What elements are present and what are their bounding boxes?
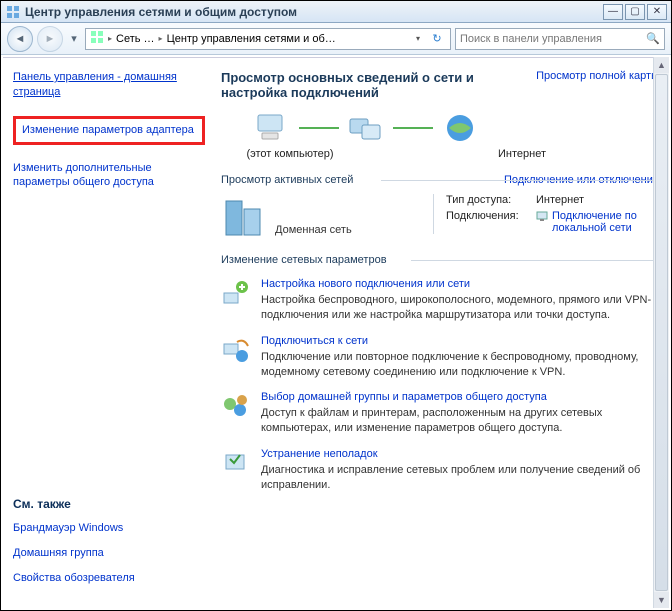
vertical-scrollbar[interactable]: ▲ ▼ bbox=[653, 57, 669, 608]
network-map bbox=[251, 110, 659, 146]
back-button[interactable]: ◄ bbox=[7, 26, 33, 52]
caption-internet: Интернет bbox=[487, 148, 557, 160]
map-connector bbox=[299, 127, 339, 129]
item-connect-network: Подключиться к сети Подключение или повт… bbox=[221, 335, 659, 380]
chevron-right-icon: ▸ bbox=[108, 34, 112, 43]
item-troubleshoot: Устранение неполадок Диагностика и испра… bbox=[221, 448, 659, 493]
scroll-down-arrow[interactable]: ▼ bbox=[654, 592, 669, 608]
search-placeholder: Поиск в панели управления bbox=[460, 33, 642, 45]
setup-connection-icon bbox=[221, 278, 251, 308]
item-homegroup: Выбор домашней группы и параметров общег… bbox=[221, 391, 659, 436]
desc-setup-connection: Настройка беспроводного, широкополосного… bbox=[261, 293, 659, 323]
close-button[interactable]: ✕ bbox=[647, 4, 667, 20]
scroll-up-arrow[interactable]: ▲ bbox=[654, 57, 669, 73]
navbar: ◄ ► ▾ ▸ Сеть … ▸ Центр управления сетями… bbox=[1, 23, 671, 55]
caption-mid bbox=[353, 148, 483, 160]
chevron-right-icon: ▸ bbox=[159, 34, 163, 43]
network-device-icon bbox=[345, 110, 387, 146]
forward-button[interactable]: ► bbox=[37, 26, 63, 52]
scroll-thumb[interactable] bbox=[655, 74, 668, 591]
link-change-adapter-settings[interactable]: Изменение параметров адаптера bbox=[22, 123, 196, 138]
search-box[interactable]: Поиск в панели управления 🔍 bbox=[455, 28, 665, 50]
window-title: Центр управления сетями и общим доступом bbox=[25, 5, 603, 19]
internet-icon bbox=[439, 110, 481, 146]
network-name: Доменная сеть bbox=[275, 224, 425, 236]
maximize-button[interactable]: ▢ bbox=[625, 4, 645, 20]
link-lan-connection[interactable]: Подключение по локальной сети bbox=[552, 210, 659, 234]
map-connector bbox=[393, 127, 433, 129]
control-panel-icon bbox=[90, 30, 104, 47]
desc-connect-network: Подключение или повторное подключение к … bbox=[261, 350, 659, 380]
link-connect-network[interactable]: Подключиться к сети bbox=[261, 335, 368, 347]
nav-history-dropdown[interactable]: ▾ bbox=[67, 32, 81, 45]
crumb-network[interactable]: Сеть … bbox=[116, 33, 155, 45]
troubleshoot-icon bbox=[221, 448, 251, 478]
active-network-block: Доменная сеть Тип доступа: Интернет Подк… bbox=[221, 194, 659, 240]
link-connect-disconnect[interactable]: Подключение или отключение bbox=[504, 174, 659, 186]
link-internet-options[interactable]: Свойства обозревателя bbox=[13, 571, 205, 586]
crumb-center[interactable]: Центр управления сетями и об… bbox=[167, 33, 336, 45]
domain-network-icon bbox=[221, 194, 267, 240]
access-type-value: Интернет bbox=[536, 194, 659, 206]
link-firewall[interactable]: Брандмауэр Windows bbox=[13, 521, 205, 536]
address-dropdown-icon[interactable]: ▾ bbox=[416, 34, 420, 43]
see-also-heading: См. также bbox=[13, 497, 205, 511]
this-pc-icon bbox=[251, 110, 293, 146]
item-setup-connection: Настройка нового подключения или сети На… bbox=[221, 278, 659, 323]
connect-network-icon bbox=[221, 335, 251, 365]
link-full-map[interactable]: Просмотр полной карты bbox=[536, 70, 659, 82]
lan-icon bbox=[536, 210, 548, 225]
sidebar: Панель управления - домашняя страница Из… bbox=[3, 58, 215, 608]
homegroup-icon bbox=[221, 391, 251, 421]
titlebar: Центр управления сетями и общим доступом… bbox=[1, 1, 671, 23]
link-control-panel-home[interactable]: Панель управления - домашняя страница bbox=[13, 70, 205, 100]
section-change-settings: Изменение сетевых параметров bbox=[221, 254, 659, 266]
connections-label: Подключения: bbox=[446, 210, 536, 234]
see-also-section: См. также Брандмауэр Windows Домашняя гр… bbox=[13, 497, 205, 596]
access-type-label: Тип доступа: bbox=[446, 194, 536, 206]
link-homegroup[interactable]: Домашняя группа bbox=[13, 546, 205, 561]
link-change-adapter-settings-highlighted: Изменение параметров адаптера bbox=[13, 116, 205, 145]
desc-homegroup-options: Доступ к файлам и принтерам, расположенн… bbox=[261, 406, 659, 436]
address-bar[interactable]: ▸ Сеть … ▸ Центр управления сетями и об…… bbox=[85, 28, 451, 50]
network-properties: Тип доступа: Интернет Подключения: Подкл… bbox=[433, 194, 659, 234]
section-active-networks: Просмотр активных сетей Подключение или … bbox=[221, 174, 659, 186]
main-content: Просмотр полной карты Просмотр основных … bbox=[215, 58, 669, 608]
link-troubleshoot[interactable]: Устранение неполадок bbox=[261, 448, 378, 460]
search-icon[interactable]: 🔍 bbox=[646, 32, 660, 45]
refresh-button[interactable]: ↻ bbox=[428, 32, 446, 45]
caption-this-pc: (этот компьютер) bbox=[231, 148, 349, 160]
minimize-button[interactable]: — bbox=[603, 4, 623, 20]
link-homegroup-options[interactable]: Выбор домашней группы и параметров общег… bbox=[261, 391, 547, 403]
link-setup-connection[interactable]: Настройка нового подключения или сети bbox=[261, 278, 470, 290]
app-icon bbox=[5, 4, 21, 20]
link-advanced-sharing[interactable]: Изменить дополнительные параметры общего… bbox=[13, 161, 205, 191]
desc-troubleshoot: Диагностика и исправление сетевых пробле… bbox=[261, 463, 659, 493]
